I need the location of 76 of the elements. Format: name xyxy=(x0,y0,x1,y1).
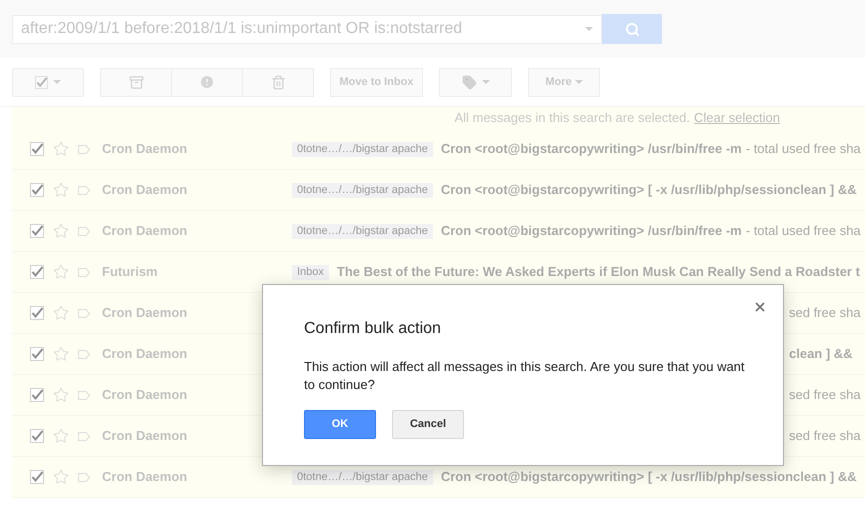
cancel-button[interactable]: Cancel xyxy=(392,410,464,439)
sender-name: Cron Daemon xyxy=(102,345,188,364)
subject-text: The Best of the Future: We Asked Experts if Elon Musk Can Really Send a Roadster t xyxy=(336,263,860,282)
snippet-text: sed free sha xyxy=(789,305,861,320)
row-checkbox[interactable] xyxy=(30,183,44,197)
label-icon[interactable] xyxy=(78,432,90,440)
row-checkbox[interactable] xyxy=(30,470,44,484)
row-checkbox[interactable] xyxy=(30,388,44,402)
label-tag[interactable]: 0totne…/…/bigstar apache xyxy=(292,470,433,484)
label-icon[interactable] xyxy=(78,472,90,482)
label-icon[interactable] xyxy=(78,350,90,358)
sender-name: Cron Daemon xyxy=(102,386,188,404)
row-checkbox[interactable] xyxy=(30,306,44,320)
tag-icon xyxy=(462,74,476,90)
close-button[interactable] xyxy=(753,300,767,314)
caret-icon xyxy=(482,80,490,84)
star-icon[interactable] xyxy=(53,264,69,280)
snippet-text: - total used free sha xyxy=(746,222,861,240)
archive-icon xyxy=(128,74,144,90)
sender-name: Futurism xyxy=(102,263,159,282)
row-checkbox[interactable] xyxy=(30,224,44,238)
label-icon[interactable] xyxy=(78,308,90,318)
checkbox-icon xyxy=(35,76,48,88)
snippet-text: sed free sha xyxy=(789,387,861,402)
label-icon[interactable] xyxy=(78,268,90,276)
snippet-text: sed free sha xyxy=(789,428,861,444)
dialog-message: This action will affect all messages in this search. Are you sure that you want to continue? xyxy=(304,358,746,394)
star-icon[interactable] xyxy=(53,346,69,362)
labels-button[interactable] xyxy=(439,68,512,96)
row-checkbox[interactable] xyxy=(30,347,44,361)
clear-selection-link[interactable]: Clear selection xyxy=(694,108,780,128)
search-query: after:2009/1/1 before:2018/1/1 is:unimportant OR is:notstarred xyxy=(21,19,462,39)
star-icon[interactable] xyxy=(53,387,69,403)
search-field[interactable]: after:2009/1/1 before:2018/1/1 is:unimportant OR is:notstarred xyxy=(12,14,602,44)
subject-text: clean ] && xyxy=(789,346,853,362)
caret-icon xyxy=(574,80,583,84)
sender-name: Cron Daemon xyxy=(102,427,188,446)
row-checkbox[interactable] xyxy=(30,142,44,156)
star-icon[interactable] xyxy=(53,141,69,157)
star-icon[interactable] xyxy=(53,428,69,444)
report-spam-button[interactable] xyxy=(172,68,243,96)
label-tag[interactable]: 0totne…/…/bigstar apache xyxy=(292,182,433,198)
delete-button[interactable] xyxy=(243,68,314,96)
ok-button[interactable]: OK xyxy=(304,410,376,439)
alert-icon xyxy=(199,74,215,90)
snippet-text: - total used free sha xyxy=(746,140,861,158)
subject-text: Cron <root@bigstarcopywriting> [ -x /usr/lib/php/sessionclean ] && xyxy=(440,181,857,200)
caret-icon xyxy=(585,27,593,31)
archive-button[interactable] xyxy=(100,68,172,96)
label-icon[interactable] xyxy=(78,226,90,236)
sender-name: Cron Daemon xyxy=(102,468,188,486)
label-tag[interactable]: 0totne…/…/bigstar apache xyxy=(292,142,433,156)
search-icon xyxy=(624,22,640,36)
label-icon[interactable] xyxy=(78,390,90,400)
caret-icon xyxy=(53,80,61,84)
search-button[interactable] xyxy=(602,14,662,44)
label-tag[interactable]: Inbox xyxy=(292,264,329,280)
sender-name: Cron Daemon xyxy=(102,140,188,158)
sender-name: Cron Daemon xyxy=(102,222,188,240)
subject-text: Cron <root@bigstarcopywriting> /usr/bin/free -m xyxy=(440,140,742,158)
row-checkbox[interactable] xyxy=(30,429,44,443)
subject-text: Cron <root@bigstarcopywriting> [ -x /usr/lib/php/sessionclean ] && xyxy=(440,468,857,486)
select-all-checkbox[interactable] xyxy=(12,68,84,96)
label-tag[interactable]: 0totne…/…/bigstar apache xyxy=(292,224,433,238)
sender-name: Cron Daemon xyxy=(102,181,188,200)
star-icon[interactable] xyxy=(53,305,69,321)
label-icon[interactable] xyxy=(78,144,90,154)
star-icon[interactable] xyxy=(53,182,69,198)
star-icon[interactable] xyxy=(53,223,69,239)
label-icon[interactable] xyxy=(78,186,90,194)
dialog-title: Confirm bulk action xyxy=(304,319,442,339)
trash-icon xyxy=(270,74,286,90)
row-checkbox[interactable] xyxy=(30,265,44,279)
subject-text: Cron <root@bigstarcopywriting> /usr/bin/free -m xyxy=(440,222,742,240)
star-icon[interactable] xyxy=(53,469,69,485)
sender-name: Cron Daemon xyxy=(102,304,188,322)
